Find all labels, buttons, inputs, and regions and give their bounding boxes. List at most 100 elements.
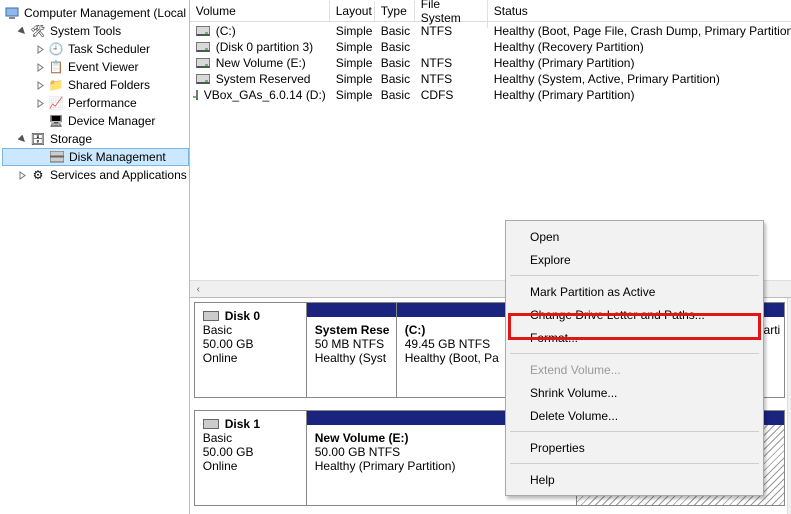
volume-layout: Simple (330, 72, 375, 86)
twisty-closed-icon[interactable] (34, 61, 46, 73)
volume-row[interactable]: System Reserved SimpleBasicNTFSHealthy (S… (190, 70, 791, 86)
col-volume[interactable]: Volume (190, 1, 330, 21)
scroll-right-icon[interactable]: › (786, 281, 791, 298)
volume-layout: Simple (330, 24, 375, 38)
ctx-change-letter[interactable]: Change Drive Letter and Paths... (508, 303, 761, 326)
drive-icon (196, 58, 210, 68)
disk-title: Disk 1 (225, 417, 260, 431)
twisty-open-icon[interactable] (16, 133, 28, 145)
computer-icon (4, 5, 20, 21)
volume-name: System Reserved (216, 72, 311, 86)
volume-list-header[interactable]: Volume Layout Type File System Status (190, 0, 791, 22)
tree-root[interactable]: Computer Management (Local (2, 4, 189, 22)
twisty-closed-icon[interactable] (34, 97, 46, 109)
drive-icon (196, 42, 210, 52)
volume-layout: Simple (330, 40, 375, 54)
ctx-mark-active[interactable]: Mark Partition as Active (508, 280, 761, 303)
context-menu: Open Explore Mark Partition as Active Ch… (505, 220, 764, 496)
twisty-closed-icon[interactable] (34, 79, 46, 91)
performance-icon: 📈 (48, 95, 64, 111)
disk-kind: Basic (203, 431, 298, 445)
clock-icon: 🕘 (48, 41, 64, 57)
ctx-shrink[interactable]: Shrink Volume... (508, 381, 761, 404)
disk-management-label: Disk Management (69, 150, 166, 164)
volume-layout: Simple (330, 88, 375, 102)
col-layout[interactable]: Layout (330, 1, 375, 21)
drive-icon (196, 74, 210, 84)
volume-status: Healthy (Boot, Page File, Crash Dump, Pr… (488, 24, 791, 38)
ctx-explore[interactable]: Explore (508, 248, 761, 271)
volume-type: Basic (375, 56, 415, 70)
tree-task-scheduler[interactable]: 🕘 Task Scheduler (2, 40, 189, 58)
system-tools-label: System Tools (50, 24, 121, 38)
volume-fs: CDFS (415, 88, 488, 102)
ctx-delete[interactable]: Delete Volume... (508, 404, 761, 427)
partition-status: Healthy (Syst (315, 351, 388, 365)
tree-system-tools[interactable]: 🛠 System Tools (2, 22, 189, 40)
ctx-help[interactable]: Help (508, 468, 761, 491)
partition-system-reserved[interactable]: System Rese 50 MB NTFS Healthy (Syst (307, 303, 397, 397)
performance-label: Performance (68, 96, 137, 110)
tree-storage[interactable]: 🗄 Storage (2, 130, 189, 148)
disk-info-cell[interactable]: Disk 0 Basic 50.00 GB Online (195, 303, 307, 397)
tree-shared-folders[interactable]: 📁 Shared Folders (2, 76, 189, 94)
twisty-open-icon[interactable] (16, 25, 28, 37)
volume-type: Basic (375, 40, 415, 54)
event-icon: 📋 (48, 59, 64, 75)
disk-size: 50.00 GB (203, 445, 298, 459)
storage-label: Storage (50, 132, 92, 146)
storage-icon: 🗄 (30, 131, 46, 147)
twisty-closed-icon[interactable] (16, 169, 28, 181)
volume-row[interactable]: (Disk 0 partition 3)SimpleBasicHealthy (… (190, 38, 791, 54)
ctx-format[interactable]: Format... (508, 326, 761, 349)
tree-event-viewer[interactable]: 📋 Event Viewer (2, 58, 189, 76)
volume-name: VBox_GAs_6.0.14 (D:) (204, 88, 326, 102)
device-manager-label: Device Manager (68, 114, 155, 128)
ctx-separator (510, 463, 759, 464)
volume-status: Healthy (Primary Partition) (488, 88, 791, 102)
volume-status: Healthy (System, Active, Primary Partiti… (488, 72, 791, 86)
partition-color-bar (307, 303, 396, 317)
volume-row[interactable]: (C:) SimpleBasicNTFSHealthy (Boot, Page F… (190, 22, 791, 38)
tree-performance[interactable]: 📈 Performance (2, 94, 189, 112)
shared-folders-label: Shared Folders (68, 78, 150, 92)
ctx-separator (510, 431, 759, 432)
folder-icon: 📁 (48, 77, 64, 93)
ctx-separator (510, 353, 759, 354)
volume-name: New Volume (E:) (216, 56, 306, 70)
wrench-icon: 🛠 (30, 23, 46, 39)
disk-mgmt-icon (49, 149, 65, 165)
volume-type: Basic (375, 72, 415, 86)
volume-fs: NTFS (415, 72, 488, 86)
volume-type: Basic (375, 88, 415, 102)
disk-icon (203, 311, 219, 321)
disk-state: Online (203, 351, 298, 365)
device-icon: 🖥 (48, 113, 64, 129)
col-type[interactable]: Type (375, 1, 415, 21)
volume-type: Basic (375, 24, 415, 38)
nav-tree[interactable]: Computer Management (Local 🛠 System Tool… (0, 0, 190, 514)
ctx-open[interactable]: Open (508, 225, 761, 248)
volume-fs: NTFS (415, 24, 488, 38)
vertical-scrollbar[interactable] (787, 298, 791, 514)
volume-row[interactable]: VBox_GAs_6.0.14 (D:) SimpleBasicCDFSHealt… (190, 86, 791, 102)
disk-state: Online (203, 459, 298, 473)
volume-fs: NTFS (415, 56, 488, 70)
tree-services-apps[interactable]: ⚙ Services and Applications (2, 166, 189, 184)
volume-status: Healthy (Recovery Partition) (488, 40, 791, 54)
task-scheduler-label: Task Scheduler (68, 42, 150, 56)
volume-name: (C:) (216, 24, 236, 38)
disk-info-cell[interactable]: Disk 1 Basic 50.00 GB Online (195, 411, 307, 505)
event-viewer-label: Event Viewer (68, 60, 138, 74)
disk-size: 50.00 GB (203, 337, 298, 351)
tree-disk-management[interactable]: Disk Management (2, 148, 189, 166)
volume-row[interactable]: New Volume (E:)SimpleBasicNTFSHealthy (P… (190, 54, 791, 70)
twisty-closed-icon[interactable] (34, 43, 46, 55)
tree-device-manager[interactable]: 🖥 Device Manager (2, 112, 189, 130)
drive-icon (196, 90, 198, 100)
col-status[interactable]: Status (488, 1, 791, 21)
services-icon: ⚙ (30, 167, 46, 183)
disk-icon (203, 419, 219, 429)
ctx-properties[interactable]: Properties (508, 436, 761, 459)
scroll-left-icon[interactable]: ‹ (190, 281, 207, 298)
